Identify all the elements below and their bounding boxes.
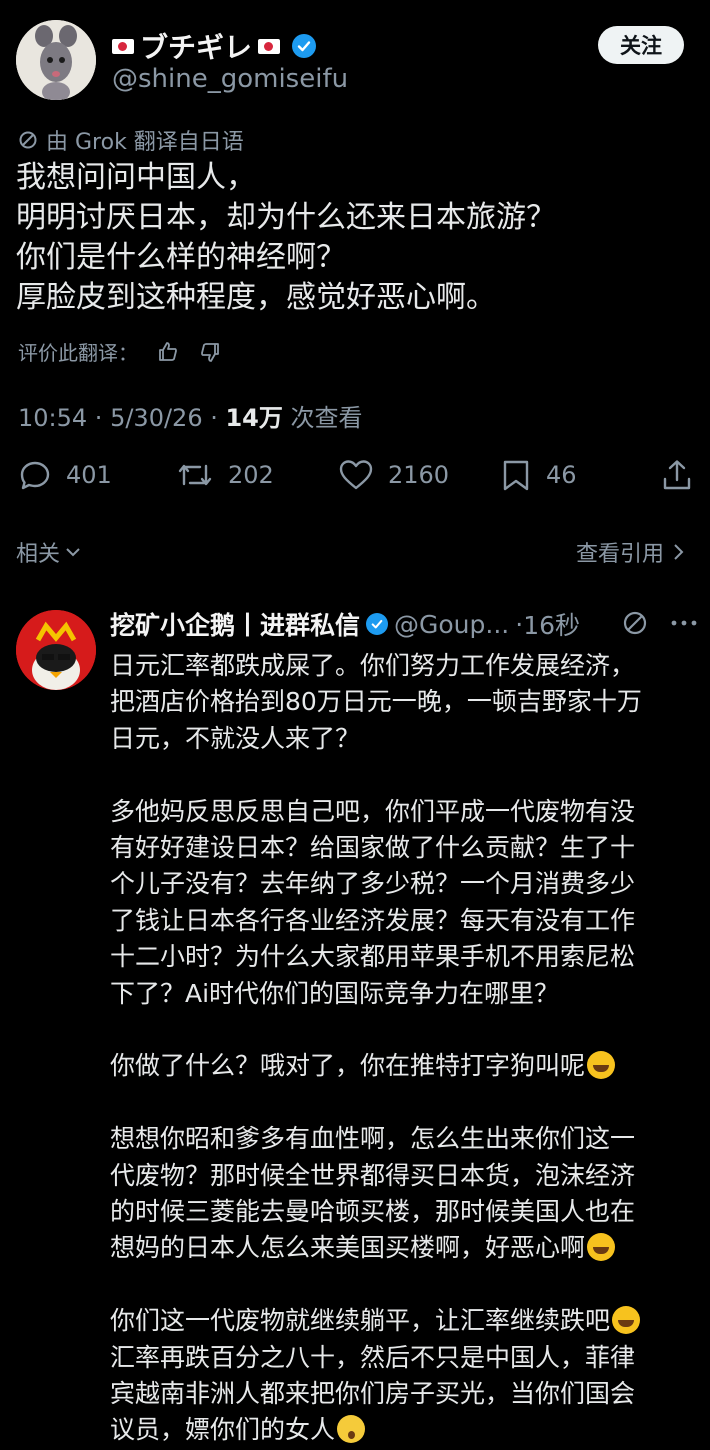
view-quotes-label: 查看引用 xyxy=(576,542,665,567)
thumbs-up-icon[interactable] xyxy=(156,340,180,364)
views-label: 次查看 xyxy=(290,404,363,432)
tweet-meta: 10:54 · 5/30/26 · 14万 次查看 xyxy=(18,404,363,432)
rofl-emoji-icon xyxy=(587,1051,616,1080)
reply-line: 多他妈反思反思自己吧，你们平成一代废物有没 xyxy=(110,796,636,826)
reply-icon xyxy=(20,461,50,490)
rofl-emoji-icon xyxy=(612,1306,641,1335)
translation-note[interactable]: 由 Grok 翻译自日语 xyxy=(18,124,244,156)
reply-line: 了钱让日本各行各业经济发展？每天有没有工作 xyxy=(110,905,636,935)
heart-icon xyxy=(339,460,373,490)
bookmark-icon xyxy=(503,460,529,491)
reply-line: 想妈的日本人怎么来美国买楼啊，好恶心啊 xyxy=(110,1233,586,1263)
reply-text: 日元汇率都跌成屎了。你们努力工作发展经济， 把酒店价格抬到80万日元一晚，一顿吉… xyxy=(110,648,700,1449)
japan-flag-icon xyxy=(112,38,134,54)
shocked-emoji-icon xyxy=(337,1415,366,1444)
reply-line-with-emoji: 你们这一代废物就继续躺平，让汇率继续跌吧 xyxy=(110,1303,700,1339)
japan-flag-icon xyxy=(258,38,281,54)
reply-line: 想想你昭和爹多有血性啊，怎么生出来你们这一 xyxy=(110,1124,636,1154)
author-name[interactable]: ブチギレ xyxy=(112,26,317,66)
tweet-text: 我想问问中国人， 明明讨厌日本，却为什么还来日本旅游？ 你们是什么样的神经啊？ … xyxy=(16,158,696,318)
author-avatar[interactable] xyxy=(16,20,96,100)
share-button[interactable] xyxy=(660,458,694,492)
translation-note-text: 由 Grok 翻译自日语 xyxy=(46,130,244,155)
bookmark-button[interactable]: 46 xyxy=(500,458,577,492)
more-options-icon[interactable] xyxy=(670,618,698,628)
reply-line: 有好好建设日本？给国家做了什么贡献？生了十 xyxy=(110,833,636,863)
reply-button[interactable]: 401 xyxy=(18,458,112,492)
rate-translation: 评价此翻译： xyxy=(18,337,222,366)
author-display-name: ブチギレ xyxy=(140,31,253,64)
reply-actions xyxy=(622,610,698,636)
related-dropdown[interactable]: 相关 xyxy=(16,536,82,568)
tweet-line: 厚脸皮到这种程度，感觉好恶心啊。 xyxy=(16,280,496,315)
repost-button[interactable]: 202 xyxy=(176,458,274,492)
reply-time[interactable]: 16秒 xyxy=(523,606,580,642)
reply-separator: · xyxy=(515,609,524,639)
chevron-down-icon xyxy=(66,548,80,557)
tweet-time[interactable]: 10:54 xyxy=(18,404,87,432)
follow-button[interactable]: 关注 xyxy=(598,26,684,64)
reply-line: 你们这一代废物就继续躺平，让汇率继续跌吧 xyxy=(110,1306,611,1336)
tweet-line: 我想问问中国人， xyxy=(16,160,256,195)
reply-author-handle[interactable]: @Goup... xyxy=(394,610,509,639)
tweet-date[interactable]: 5/30/26 xyxy=(110,404,203,432)
reply-line-with-emoji: 你做了什么？哦对了，你在推特打字狗叫呢 xyxy=(110,1048,700,1084)
reply-line: 的时候三菱能去曼哈顿买楼，那时候美国人也在 xyxy=(110,1197,636,1227)
reply-line: 日元汇率都跌成屎了。你们努力工作发展经济， xyxy=(110,651,636,680)
chevron-right-icon xyxy=(674,544,684,560)
author-handle[interactable]: @shine_gomiseifu xyxy=(112,64,348,94)
verified-badge-icon xyxy=(366,613,389,635)
reply-count: 401 xyxy=(66,461,112,489)
view-quotes-link[interactable]: 查看引用 xyxy=(576,536,686,568)
views-count: 14万 xyxy=(225,404,283,432)
share-icon xyxy=(663,460,691,490)
reply-line: 下了？Ai时代你们的国际竞争力在哪里？ xyxy=(110,978,560,1008)
reply-line: 把酒店价格抬到80万日元一晚，一顿吉野家十万 xyxy=(110,687,642,717)
rofl-emoji-icon xyxy=(587,1233,616,1262)
reply-line: 日元，不就没人来了？ xyxy=(110,723,361,753)
reply-author-avatar[interactable] xyxy=(16,610,96,690)
verified-badge-icon xyxy=(292,34,317,58)
repost-icon xyxy=(178,464,212,486)
reply-line-with-emoji: 想妈的日本人怎么来美国买楼啊，好恶心啊 xyxy=(110,1230,700,1266)
grok-icon[interactable] xyxy=(622,610,648,636)
reply-line: 议员，嫖你们的女人 xyxy=(110,1415,336,1445)
reply-line: 代废物？那时候全世界都得买日本货，泡沫经济 xyxy=(110,1160,636,1190)
tweet-line: 明明讨厌日本，却为什么还来日本旅游？ xyxy=(16,200,556,235)
reply-line-with-emoji: 议员，嫖你们的女人 xyxy=(110,1412,700,1448)
thumbs-down-icon[interactable] xyxy=(198,340,222,364)
reply-line: 汇率再跌百分之八十，然后不只是中国人，菲律 xyxy=(110,1342,636,1372)
reply-line: 十二小时？为什么大家都用苹果手机不用索尼松 xyxy=(110,942,636,972)
related-label: 相关 xyxy=(16,542,61,567)
rate-translation-label: 评价此翻译： xyxy=(18,341,138,365)
reply-line: 你做了什么？哦对了，你在推特打字狗叫呢 xyxy=(110,1051,586,1081)
reply-line: 个儿子没有？去年纳了多少税？一个月消费多少 xyxy=(110,869,636,899)
like-count: 2160 xyxy=(388,461,450,489)
bookmark-count: 46 xyxy=(546,461,577,489)
tweet-line: 你们是什么样的神经啊？ xyxy=(16,240,346,275)
repost-count: 202 xyxy=(228,461,274,489)
reply-author-name[interactable]: 挖矿小企鹅丨进群私信 xyxy=(110,606,360,642)
like-button[interactable]: 2160 xyxy=(338,458,449,492)
reply-line: 宾越南非洲人都来把你们房子买光，当你们国会 xyxy=(110,1379,636,1409)
reply-header: 挖矿小企鹅丨进群私信 @Goup... · 16秒 xyxy=(110,606,580,642)
grok-icon xyxy=(19,131,37,149)
